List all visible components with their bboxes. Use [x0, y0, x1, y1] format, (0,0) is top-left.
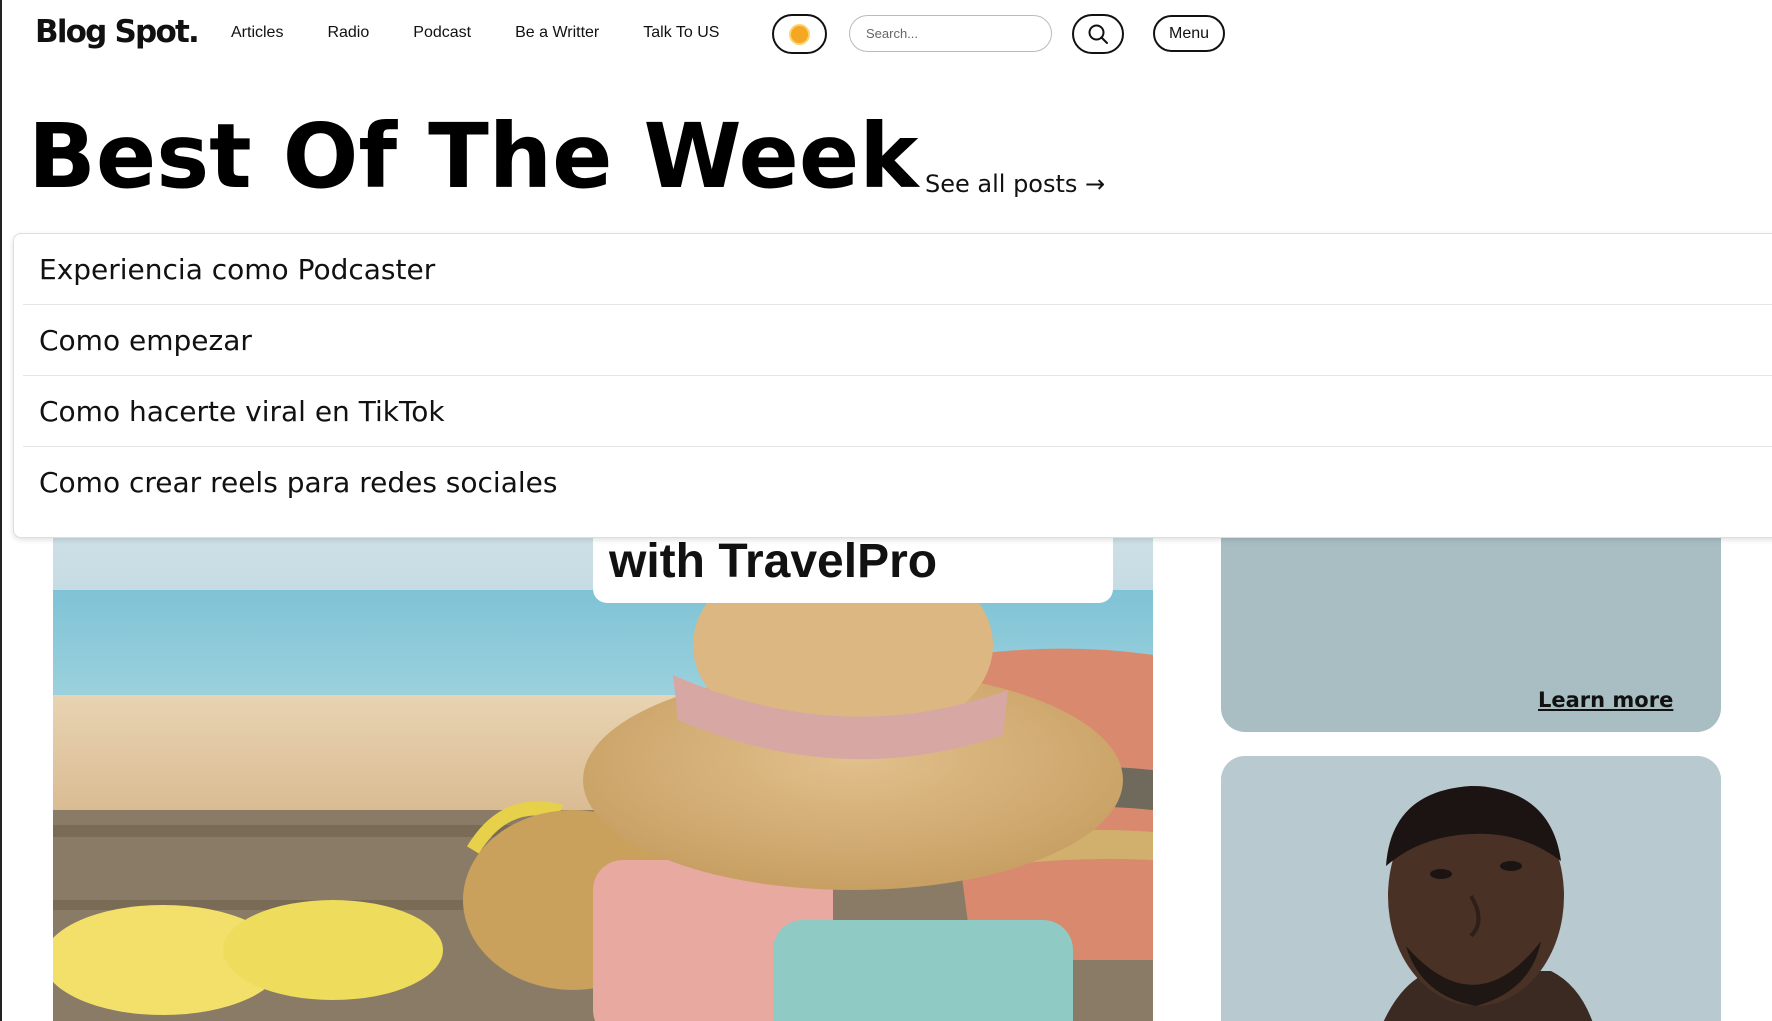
sun-icon [791, 25, 808, 43]
featured-post-title: with TravelPro [609, 535, 938, 588]
dropdown-item[interactable]: Como empezar [23, 305, 1772, 376]
site-header: Blog Spot. Articles Radio Podcast Be a W… [2, 0, 1772, 70]
nav-be-a-writter[interactable]: Be a Writter [515, 24, 599, 42]
dropdown-item[interactable]: Como crear reels para redes sociales [23, 447, 1772, 518]
search-button[interactable] [1072, 14, 1124, 54]
theme-toggle-button[interactable] [772, 14, 827, 54]
learn-more-link[interactable]: Learn more [1538, 688, 1673, 712]
man-portrait-image [1221, 756, 1721, 1021]
nav-articles[interactable]: Articles [231, 24, 283, 42]
search-suggestions-dropdown: Experiencia como Podcaster Como empezar … [13, 233, 1772, 538]
page-title: Best Of The Week [28, 104, 919, 208]
portrait-post-card[interactable] [1221, 756, 1721, 1021]
menu-button[interactable]: Menu [1153, 15, 1225, 52]
search-input[interactable] [849, 15, 1052, 52]
nav-radio[interactable]: Radio [327, 24, 369, 42]
site-logo[interactable]: Blog Spot. [35, 14, 200, 50]
dropdown-item[interactable]: Como hacerte viral en TikTok [23, 376, 1772, 447]
nav-podcast[interactable]: Podcast [413, 24, 471, 42]
search-icon [1088, 24, 1108, 44]
nav-talk-to-us[interactable]: Talk To US [643, 24, 719, 42]
dropdown-item[interactable]: Experiencia como Podcaster [23, 234, 1772, 305]
page: Blog Spot. Articles Radio Podcast Be a W… [0, 0, 1772, 1021]
main-nav: Articles Radio Podcast Be a Writter Talk… [231, 24, 763, 42]
see-all-posts-link[interactable]: See all posts → [925, 170, 1105, 198]
